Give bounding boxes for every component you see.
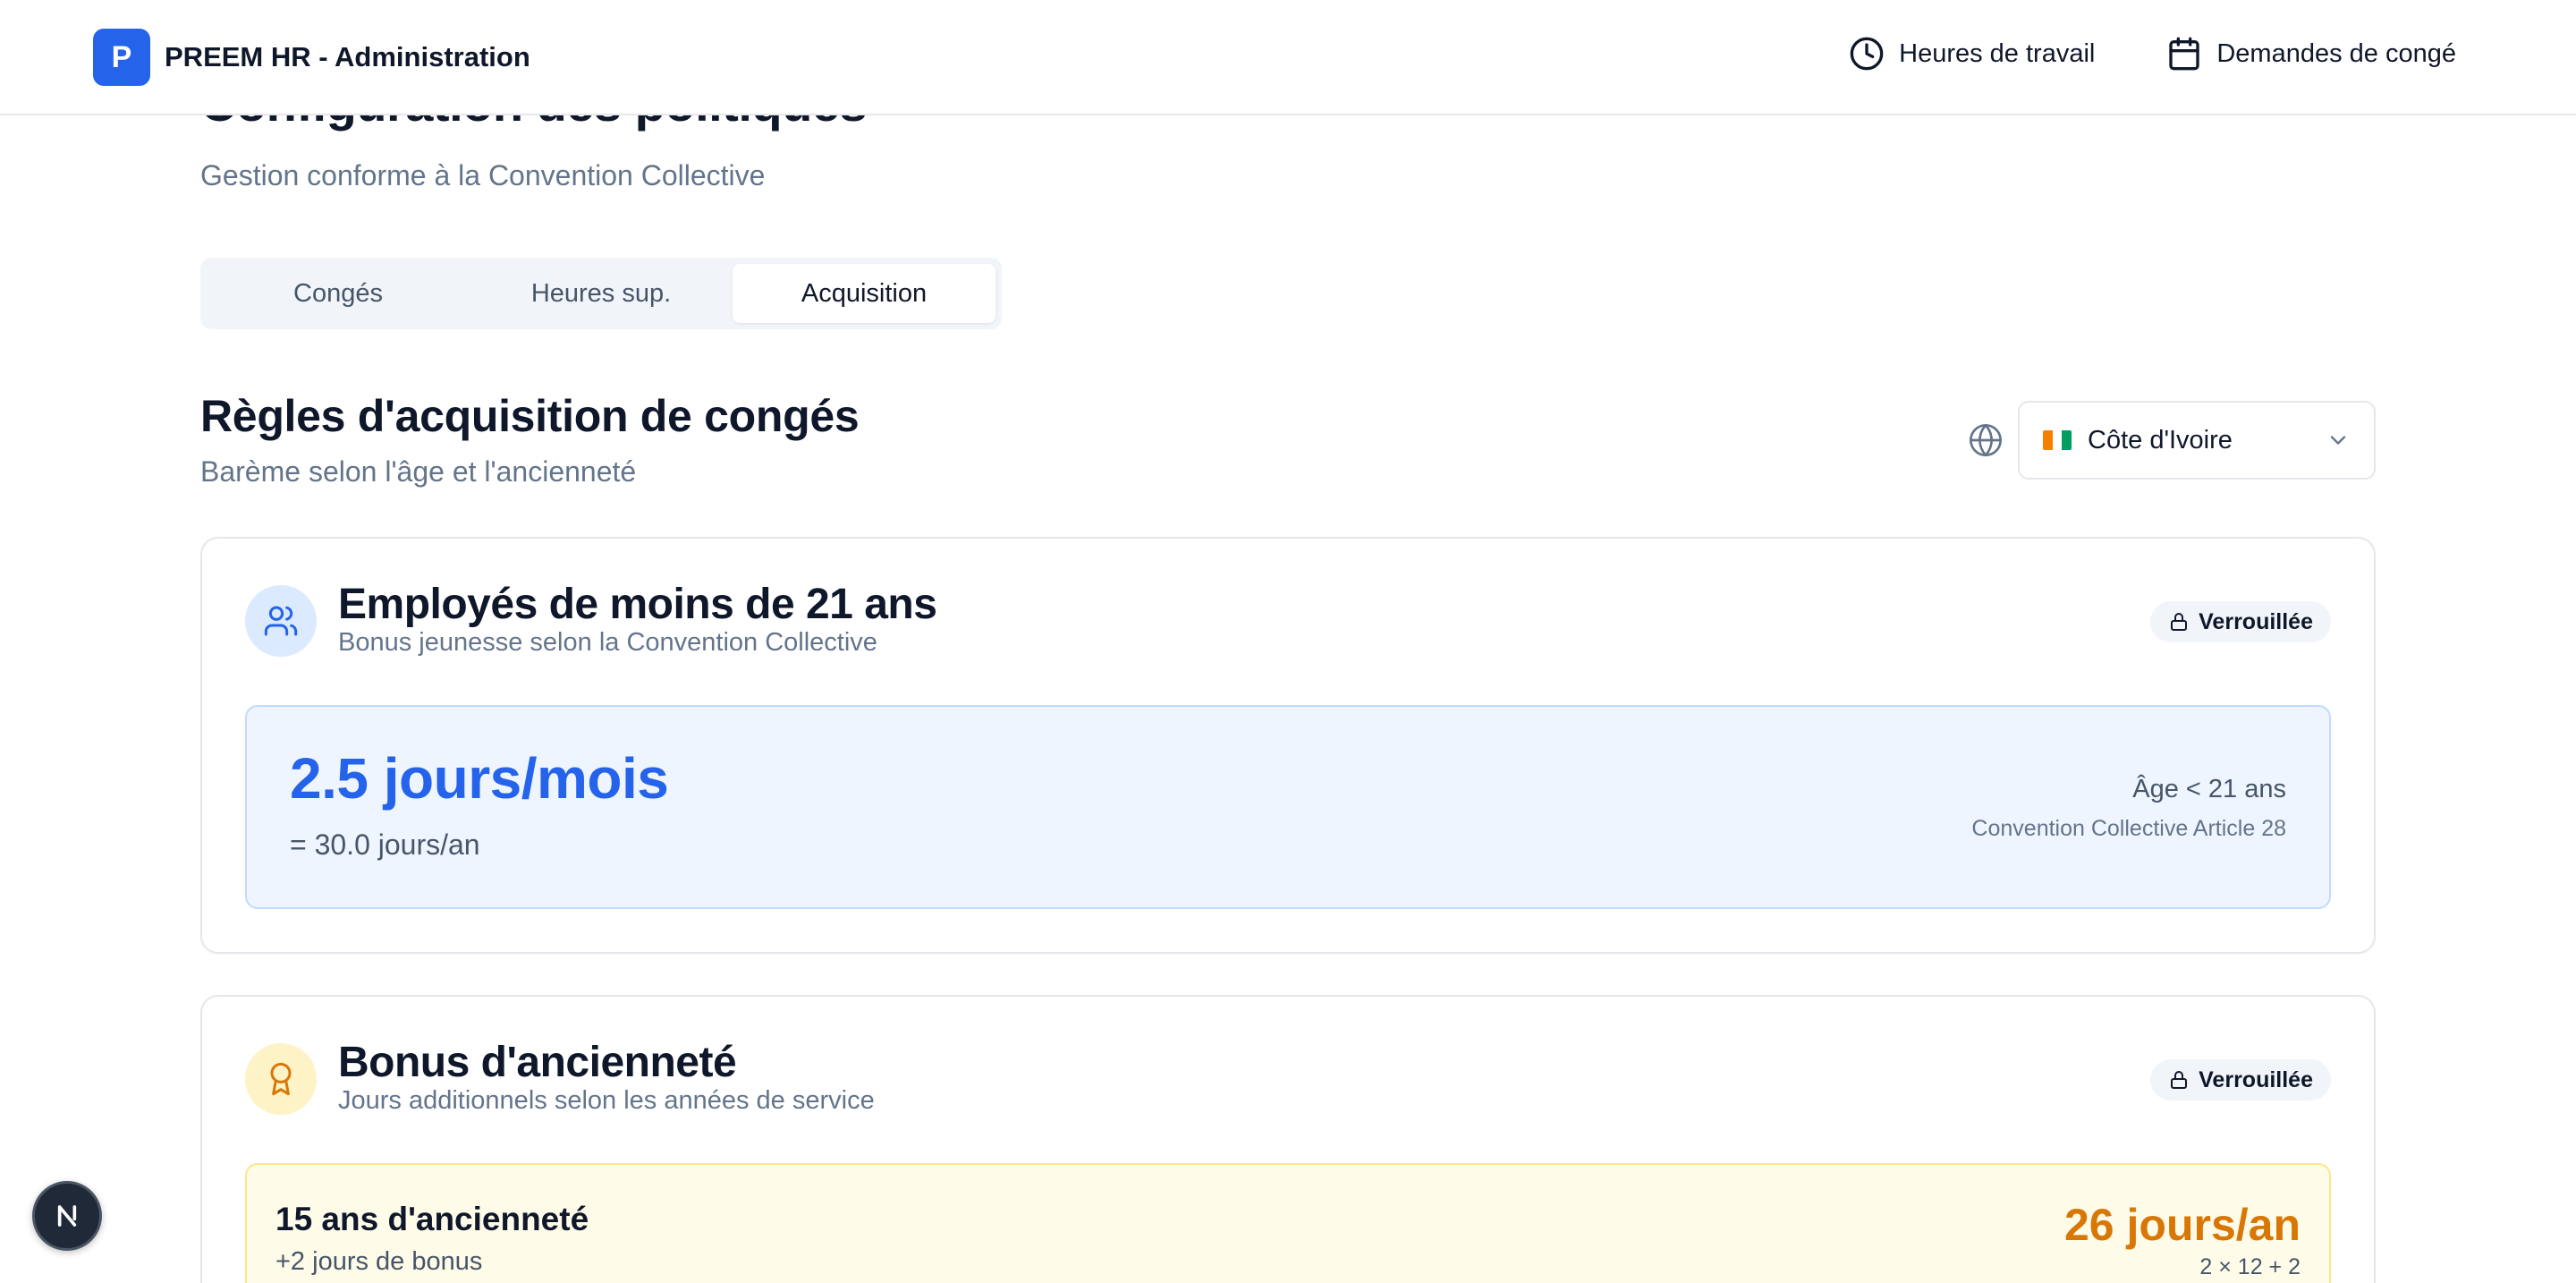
- section-subtitle: Barème selon l'âge et l'ancienneté: [200, 455, 637, 488]
- clock-icon: [1850, 37, 1884, 71]
- top-nav: Heures de travail Demandes de congé: [1849, 36, 2456, 72]
- legal-reference: Convention Collective Article 28: [1971, 816, 2286, 841]
- card-title: Employés de moins de 21 ans: [338, 581, 937, 628]
- locked-badge-label: Verrouillée: [2199, 608, 2313, 634]
- nav-work-hours-label: Heures de travail: [1899, 38, 2096, 68]
- seniority-bonus-card: Bonus d'ancienneté Jours additionnels se…: [200, 995, 2376, 1283]
- card-description: Bonus jeunesse selon la Convention Colle…: [338, 628, 877, 657]
- card-description: Jours additionnels selon les années de s…: [338, 1086, 875, 1115]
- lock-icon: [2171, 613, 2188, 631]
- card-title: Bonus d'ancienneté: [338, 1039, 737, 1086]
- country-select[interactable]: Côte d'Ivoire: [2018, 401, 2376, 480]
- seniority-tier-formula: 2 × 12 + 2: [2199, 1254, 2301, 1279]
- seniority-tier-total: 26 jours/an: [2064, 1200, 2301, 1250]
- seniority-tier-bonus: +2 jours de bonus: [275, 1247, 483, 1276]
- users-icon: [264, 606, 298, 636]
- age-condition: Âge < 21 ans: [2132, 775, 2286, 803]
- country-select-value: Côte d'Ivoire: [2088, 425, 2233, 455]
- award-icon-badge: [245, 1043, 317, 1115]
- seniority-tier-box: 15 ans d'ancienneté +2 jours de bonus 26…: [245, 1163, 2331, 1283]
- locked-badge: Verrouillée: [2150, 1059, 2331, 1100]
- app-title: PREEM HR - Administration: [165, 41, 530, 72]
- annual-rate: = 30.0 jours/an: [290, 828, 480, 861]
- under-21-card: Employés de moins de 21 ans Bonus jeunes…: [200, 537, 2376, 954]
- top-navigation-bar: P PREEM HR - Administration Heures de tr…: [0, 0, 2576, 115]
- seniority-tier-label: 15 ans d'ancienneté: [275, 1201, 589, 1237]
- section-title: Règles d'acquisition de congés: [200, 391, 860, 441]
- app-logo: P: [93, 29, 150, 86]
- calendar-icon: [2169, 37, 2200, 71]
- policy-tabs: Congés Heures sup. Acquisition: [200, 258, 1002, 329]
- tab-acquisition[interactable]: Acquisition: [733, 264, 996, 323]
- users-icon-badge: [245, 585, 317, 657]
- award-icon: [270, 1062, 292, 1096]
- youth-rate-box: 2.5 jours/mois = 30.0 jours/an Âge < 21 …: [245, 705, 2331, 909]
- locked-badge: Verrouillée: [2150, 601, 2331, 642]
- page-subtitle: Gestion conforme à la Convention Collect…: [200, 159, 766, 191]
- nextjs-dev-badge[interactable]: [32, 1181, 102, 1251]
- globe-icon: [1970, 424, 2002, 456]
- locked-badge-label: Verrouillée: [2199, 1066, 2313, 1092]
- chevron-down-icon: [2330, 436, 2346, 445]
- nextjs-logo-icon: [57, 1205, 77, 1227]
- tab-heures-sup[interactable]: Heures sup.: [470, 264, 733, 323]
- tab-conges[interactable]: Congés: [207, 264, 470, 323]
- nav-leave-requests-link[interactable]: Demandes de congé: [2166, 36, 2456, 72]
- lock-icon: [2171, 1071, 2188, 1089]
- nav-leave-requests-label: Demandes de congé: [2216, 38, 2456, 68]
- brand[interactable]: P PREEM HR - Administration: [93, 29, 530, 86]
- nav-work-hours-link[interactable]: Heures de travail: [1849, 36, 2095, 72]
- cote-divoire-flag-icon: [2043, 430, 2072, 450]
- monthly-rate: 2.5 jours/mois: [290, 746, 669, 811]
